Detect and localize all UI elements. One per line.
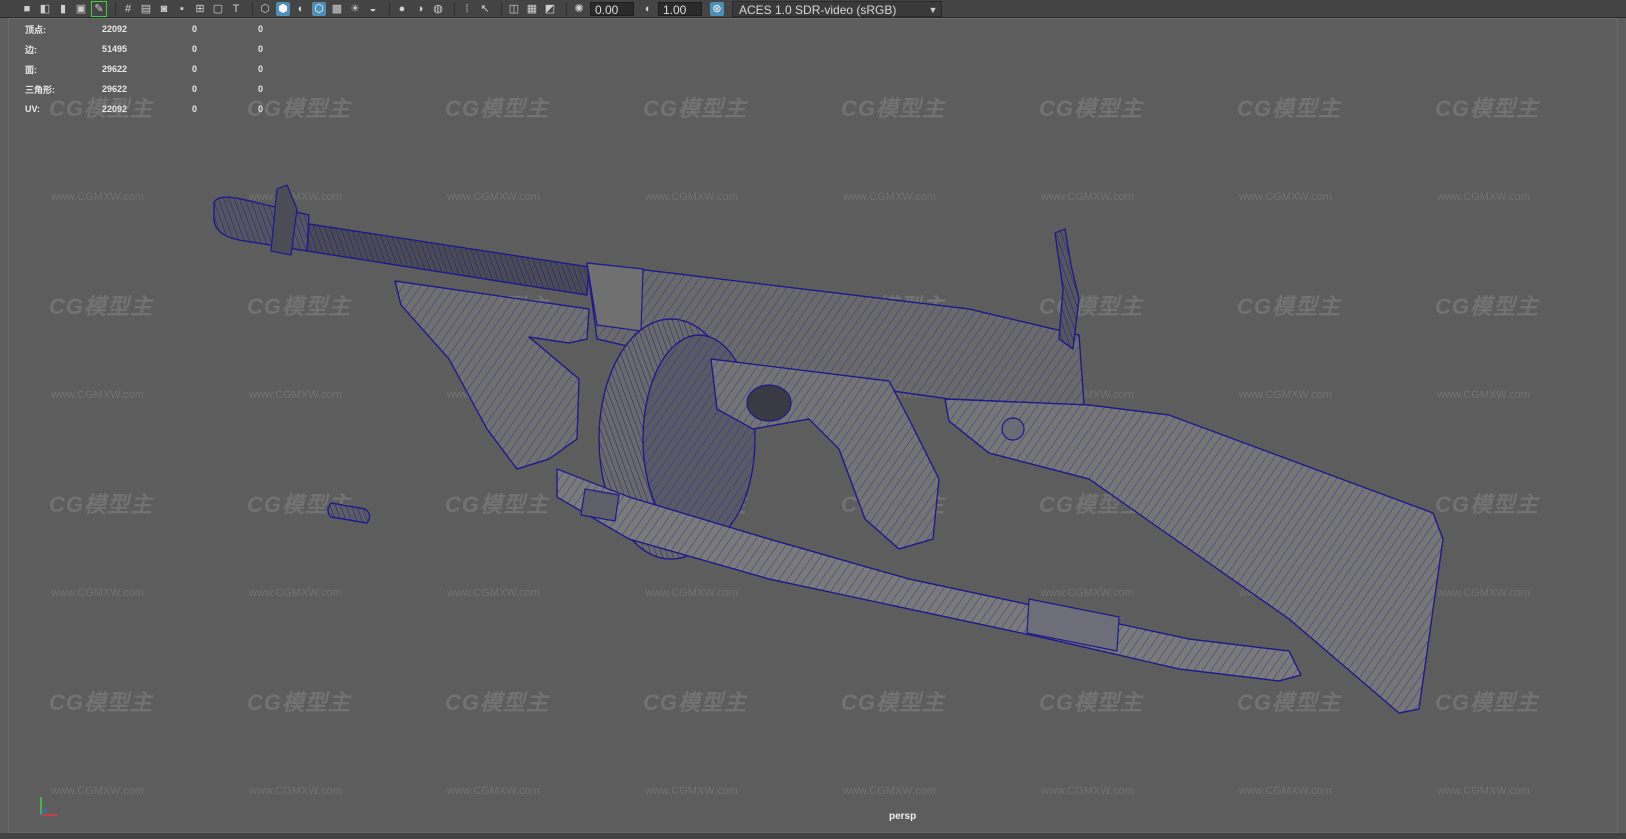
hud-label: 顶点: xyxy=(25,24,46,35)
toolbar-separator xyxy=(501,1,502,16)
hud-value: 0 xyxy=(192,84,198,94)
toolbar-separator xyxy=(389,1,390,16)
grid-icon[interactable]: # xyxy=(121,2,135,16)
exposure-field[interactable]: 0.00 xyxy=(590,1,634,17)
color-management-icon[interactable]: ⊛ xyxy=(710,1,724,16)
xray-components-icon[interactable]: ◫ xyxy=(507,2,521,16)
perspective-viewport[interactable]: CG模型主 www.CGMXW.com CG模型主 www.CGMXW.com CG模型… xyxy=(8,18,1618,833)
gamma-field[interactable]: 1.00 xyxy=(658,1,702,17)
motion-blur-icon[interactable]: ◑ xyxy=(413,2,427,16)
shade-default-icon[interactable]: ◐ xyxy=(294,2,308,16)
hud-label: 边: xyxy=(25,44,37,55)
hud-row: 边: 51495 0 0 xyxy=(25,39,263,59)
xray-joints-icon[interactable]: ↖ xyxy=(478,2,492,16)
hud-value: 22092 xyxy=(102,104,128,114)
hud-label: UV: xyxy=(25,104,41,114)
color-space-label: ACES 1.0 SDR-video (sRGB) xyxy=(739,2,897,17)
toolbar-separator xyxy=(252,1,253,16)
hud-value: 51495 xyxy=(102,44,128,54)
hud-value: 0 xyxy=(192,64,198,74)
gamma-icon: ◖ xyxy=(643,2,651,15)
hud-value: 0 xyxy=(258,104,264,114)
film-gate-icon[interactable]: ▤ xyxy=(139,2,153,16)
field-chart-icon[interactable]: ⊞ xyxy=(193,2,207,16)
hud-value: 0 xyxy=(258,44,264,54)
color-space-dropdown[interactable]: ACES 1.0 SDR-video (sRGB) ▼ xyxy=(732,0,942,17)
gate-mask-icon[interactable]: ▪ xyxy=(175,2,189,16)
camera-attr-icon[interactable]: ◧ xyxy=(38,2,52,16)
poly-count-hud: 顶点: 22092 0 0 边: 51495 0 0 面: 29622 0 0 … xyxy=(25,19,263,119)
grease-pencil-icon[interactable]: ✎ xyxy=(91,0,107,17)
smooth-shade-icon[interactable]: ⬢ xyxy=(276,1,290,16)
wireframe-icon[interactable]: ⬡ xyxy=(258,2,272,16)
hud-value: 0 xyxy=(192,24,198,34)
pan-zoom-icon[interactable]: ▦ xyxy=(525,2,539,16)
hud-value: 29622 xyxy=(102,64,128,74)
resolution-gate-icon[interactable]: ◙ xyxy=(157,2,171,16)
chevron-down-icon: ▼ xyxy=(928,4,938,15)
wireframe-on-shaded-icon[interactable]: ⬡ xyxy=(312,1,326,16)
safe-action-icon[interactable]: ▢ xyxy=(211,2,225,16)
hud-value: 0 xyxy=(258,24,264,34)
viewport-toolbar: ■ ◧ ▮ ▣ ✎ # ▤ ◙ ▪ ⊞ ▢ T ⬡ ⬢ ◐ ⬡ ▩ ☀ ◒ ● … xyxy=(0,0,1626,18)
ssao-icon[interactable]: ● xyxy=(395,2,409,16)
hud-row: UV: 22092 0 0 xyxy=(25,99,263,119)
hud-label: 面: xyxy=(25,64,37,75)
toolbar-separator xyxy=(115,1,116,16)
bottom-border xyxy=(0,833,1626,839)
hud-row: 顶点: 22092 0 0 xyxy=(25,19,263,39)
isolate-icon[interactable]: ⁞ xyxy=(460,2,474,16)
safe-title-icon[interactable]: T xyxy=(229,2,243,16)
toolbar-separator xyxy=(454,1,455,16)
bookmark-icon[interactable]: ▮ xyxy=(56,2,70,16)
hud-value: 0 xyxy=(258,84,264,94)
axis-gizmo-icon xyxy=(40,797,57,816)
hud-value: 29622 xyxy=(102,84,128,94)
use-lights-icon[interactable]: ☀ xyxy=(348,2,362,16)
toolbar-separator xyxy=(566,1,567,16)
grid-toggle-icon[interactable]: ◩ xyxy=(543,2,557,16)
hud-value: 0 xyxy=(258,64,264,74)
hud-row: 面: 29622 0 0 xyxy=(25,59,263,79)
shadows-icon[interactable]: ◒ xyxy=(366,2,380,16)
image-plane-icon[interactable]: ▣ xyxy=(74,2,88,16)
hud-value: 0 xyxy=(192,44,198,54)
camera-name-label: persp xyxy=(889,811,917,822)
hud-value: 0 xyxy=(192,104,198,114)
camera-icon[interactable]: ■ xyxy=(20,2,34,16)
hud-label: 三角形: xyxy=(25,84,55,95)
xray-icon[interactable]: ▩ xyxy=(330,2,344,16)
aa-icon[interactable]: ◍ xyxy=(431,2,445,16)
exposure-icon: ✺ xyxy=(574,2,584,15)
hud-row: 三角形: 29622 0 0 xyxy=(25,79,263,99)
hud-value: 22092 xyxy=(102,24,128,34)
thompson-gun-model[interactable] xyxy=(9,19,1617,832)
